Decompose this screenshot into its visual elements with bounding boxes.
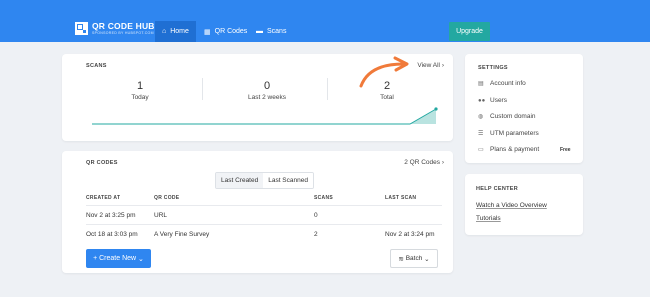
column-header[interactable]: CREATED AT: [86, 195, 120, 201]
users-icon: ●●: [478, 97, 486, 104]
column-header[interactable]: SCANS: [314, 195, 333, 201]
scans-sparkline: [92, 107, 438, 125]
home-icon: ⌂: [162, 28, 167, 35]
cell-created-at: Nov 2 at 3:25 pm: [86, 212, 136, 219]
stat-total-label: Total: [380, 94, 394, 101]
cell-last-scan: Nov 2 at 3:24 pm: [385, 231, 435, 238]
grid-icon: ▦: [204, 28, 211, 36]
chevron-right-icon: ›: [441, 159, 444, 166]
column-header[interactable]: LAST SCAN: [385, 195, 416, 201]
nav-scans[interactable]: ▬ Scans: [249, 21, 293, 42]
settings-item-account-info[interactable]: ▤ Account info: [478, 80, 526, 87]
plan-free-badge: Free: [560, 147, 571, 153]
cell-qr-code[interactable]: A Very Fine Survey: [154, 231, 209, 238]
layers-icon: ≋: [398, 255, 404, 263]
id-card-icon: ▤: [478, 81, 484, 87]
qr-codes-count-label: 2 QR Codes: [404, 159, 441, 166]
nav-home-label: Home: [170, 28, 189, 35]
chevron-down-icon: ⌄: [424, 255, 430, 263]
help-link-tutorials[interactable]: Tutorials: [476, 215, 501, 222]
nav-qr-codes[interactable]: ▦ QR Codes: [197, 21, 254, 42]
settings-item-label: Custom domain: [490, 113, 536, 120]
sort-toggle: Last Created Last Scanned: [215, 172, 314, 189]
brand-tagline: SPONSORED BY HUBSPOT.COM: [92, 31, 154, 35]
stat-today-label: Today: [131, 94, 149, 101]
stat-today: 1 Today: [120, 80, 160, 101]
stat-last-2-weeks: 0 Last 2 weeks: [237, 80, 297, 101]
settings-item-label: Account info: [490, 80, 526, 87]
settings-item-custom-domain[interactable]: ◍ Custom domain: [478, 113, 536, 120]
cell-scans: 2: [314, 231, 318, 238]
cell-scans: 0: [314, 212, 318, 219]
view-all-link[interactable]: View All ›: [417, 62, 444, 69]
cell-qr-code[interactable]: URL: [154, 212, 167, 219]
credit-card-icon: ▭: [478, 147, 484, 153]
settings-item-plans-payment[interactable]: ▭ Plans & payment: [478, 146, 539, 153]
scans-title: SCANS: [86, 63, 107, 69]
qr-logo-icon: [75, 22, 88, 35]
divider: [327, 78, 328, 100]
nav-qr-codes-label: QR Codes: [214, 28, 248, 35]
nav-scans-label: Scans: [267, 28, 287, 35]
view-all-label: View All: [417, 62, 441, 69]
stat-today-value: 1: [136, 80, 144, 92]
settings-item-label: UTM parameters: [490, 130, 539, 137]
settings-item-users[interactable]: ●● Users: [478, 97, 507, 104]
chevron-down-icon: ⌄: [138, 255, 144, 263]
settings-item-utm-parameters[interactable]: ☰ UTM parameters: [478, 130, 539, 137]
settings-item-label: Plans & payment: [490, 146, 540, 153]
cell-created-at: Oct 18 at 3:03 pm: [86, 231, 138, 238]
upgrade-button[interactable]: Upgrade: [449, 22, 490, 41]
globe-icon: ◍: [478, 114, 484, 120]
column-header[interactable]: QR CODE: [154, 195, 179, 201]
tab-last-scanned[interactable]: Last Scanned: [263, 173, 313, 188]
row-divider: [86, 224, 442, 225]
tab-last-created[interactable]: Last Created: [216, 173, 264, 188]
row-divider: [86, 205, 442, 206]
batch-button[interactable]: ≋ Batch ⌄: [390, 249, 438, 268]
qr-codes-count-link[interactable]: 2 QR Codes ›: [404, 159, 444, 166]
camera-icon: ▬: [256, 28, 263, 35]
brand-name: QR CODE HUB: [92, 21, 155, 31]
qr-codes-title: QR CODES: [86, 160, 118, 166]
annotation-arrow-icon: [359, 56, 409, 88]
create-new-label: + Create New: [93, 255, 137, 262]
help-link-video-overview[interactable]: Watch a Video Overview: [476, 202, 547, 209]
stat-last-2-weeks-value: 0: [263, 80, 271, 92]
divider: [202, 78, 203, 100]
settings-item-label: Users: [490, 97, 507, 104]
stat-last-2-weeks-label: Last 2 weeks: [248, 94, 286, 101]
batch-label: Batch: [405, 255, 423, 262]
help-center-title: HELP CENTER: [476, 186, 519, 192]
nav-home[interactable]: ⌂ Home: [155, 21, 196, 42]
create-new-button[interactable]: + Create New ⌄: [86, 249, 151, 268]
settings-title: SETTINGS: [478, 65, 508, 71]
brand-logo[interactable]: QR CODE HUB SPONSORED BY HUBSPOT.COM: [75, 22, 155, 35]
list-icon: ☰: [478, 131, 484, 137]
chevron-right-icon: ›: [441, 62, 444, 69]
